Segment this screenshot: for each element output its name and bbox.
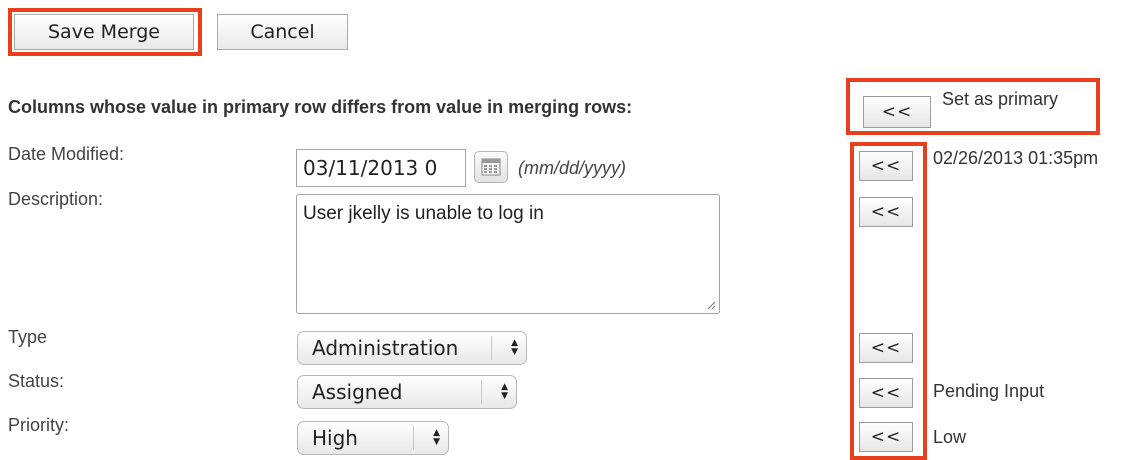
copy-status-button[interactable]: << [859,378,913,408]
priority-merge-value: Low [933,427,967,447]
calendar-icon[interactable] [474,151,508,183]
priority-label: Priority: [8,415,70,435]
description-text: User jkelly is unable to log in [303,203,544,224]
set-as-primary-label: Set as primary [942,89,1059,109]
up-down-arrows-icon: ▲ ▼ [511,338,518,357]
description-label: Description: [8,189,104,209]
description-textarea[interactable]: User jkelly is unable to log in [296,194,720,314]
status-select[interactable]: Assigned ▲ ▼ [297,375,517,409]
up-down-arrows-icon: ▲ ▼ [433,428,440,447]
status-label: Status: [8,371,65,391]
date-format-hint: (mm/dd/yyyy) [518,158,626,178]
copy-date-modified-button[interactable]: << [859,151,913,181]
type-label: Type [8,327,48,347]
section-heading: Columns whose value in primary row diffe… [8,97,633,117]
save-merge-button[interactable]: Save Merge [14,14,194,50]
status-select-value: Assigned [312,380,403,404]
date-modified-input[interactable]: 03/11/2013 0 [296,149,466,187]
copy-type-button[interactable]: << [859,333,913,363]
set-as-primary-button[interactable]: << [863,96,931,128]
date-modified-label: Date Modified: [8,144,125,164]
resize-handle-icon[interactable] [706,300,716,310]
type-select-value: Administration [312,336,459,360]
status-merge-value: Pending Input [933,381,1045,401]
copy-buttons-highlight [850,142,927,460]
cancel-button[interactable]: Cancel [217,14,348,50]
priority-select-value: High [312,426,358,450]
copy-priority-button[interactable]: << [859,422,913,452]
copy-description-button[interactable]: << [859,197,913,227]
type-select[interactable]: Administration ▲ ▼ [297,331,527,365]
date-modified-merge-value: 02/26/2013 01:35pm [933,148,1099,168]
up-down-arrows-icon: ▲ ▼ [501,382,508,401]
